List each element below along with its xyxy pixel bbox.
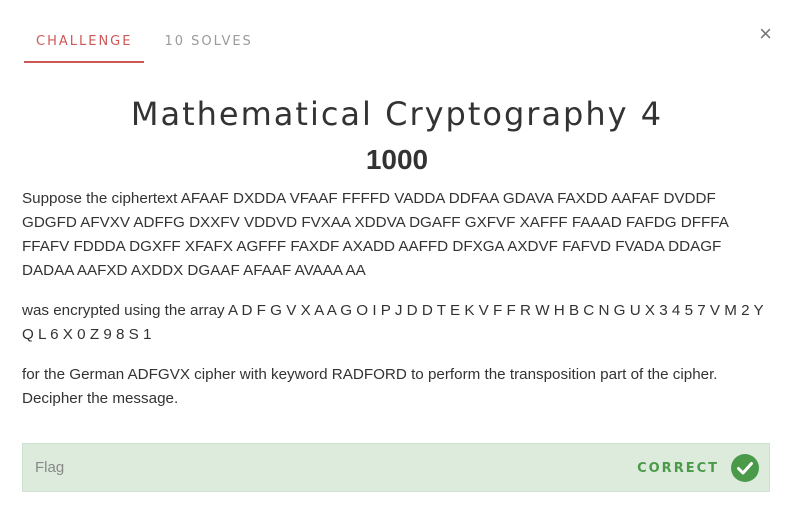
challenge-points: 1000	[365, 144, 429, 175]
challenge-tabs: CHALLENGE 10 SOLVES	[24, 34, 265, 63]
challenge-title: Mathematical Cryptography 4	[130, 95, 664, 133]
description-paragraph: Suppose the ciphertext AFAAF DXDDA VFAAF…	[22, 190, 729, 279]
description-paragraph: was encrypted using the array A D F G V …	[22, 302, 764, 343]
description-paragraph: for the German ADFGVX cipher with keywor…	[22, 366, 718, 407]
close-icon[interactable]: ×	[759, 23, 772, 45]
tab-solves[interactable]: 10 SOLVES	[152, 34, 264, 63]
status-label: CORRECT	[637, 460, 719, 476]
check-circle-icon	[731, 454, 759, 482]
tab-challenge[interactable]: CHALLENGE	[24, 34, 145, 63]
challenge-description: Suppose the ciphertext AFAAF DXDDA VFAAF…	[22, 187, 774, 427]
submission-status: CORRECT	[637, 454, 759, 482]
flag-input[interactable]	[23, 444, 623, 491]
flag-submission: CORRECT	[22, 443, 770, 492]
